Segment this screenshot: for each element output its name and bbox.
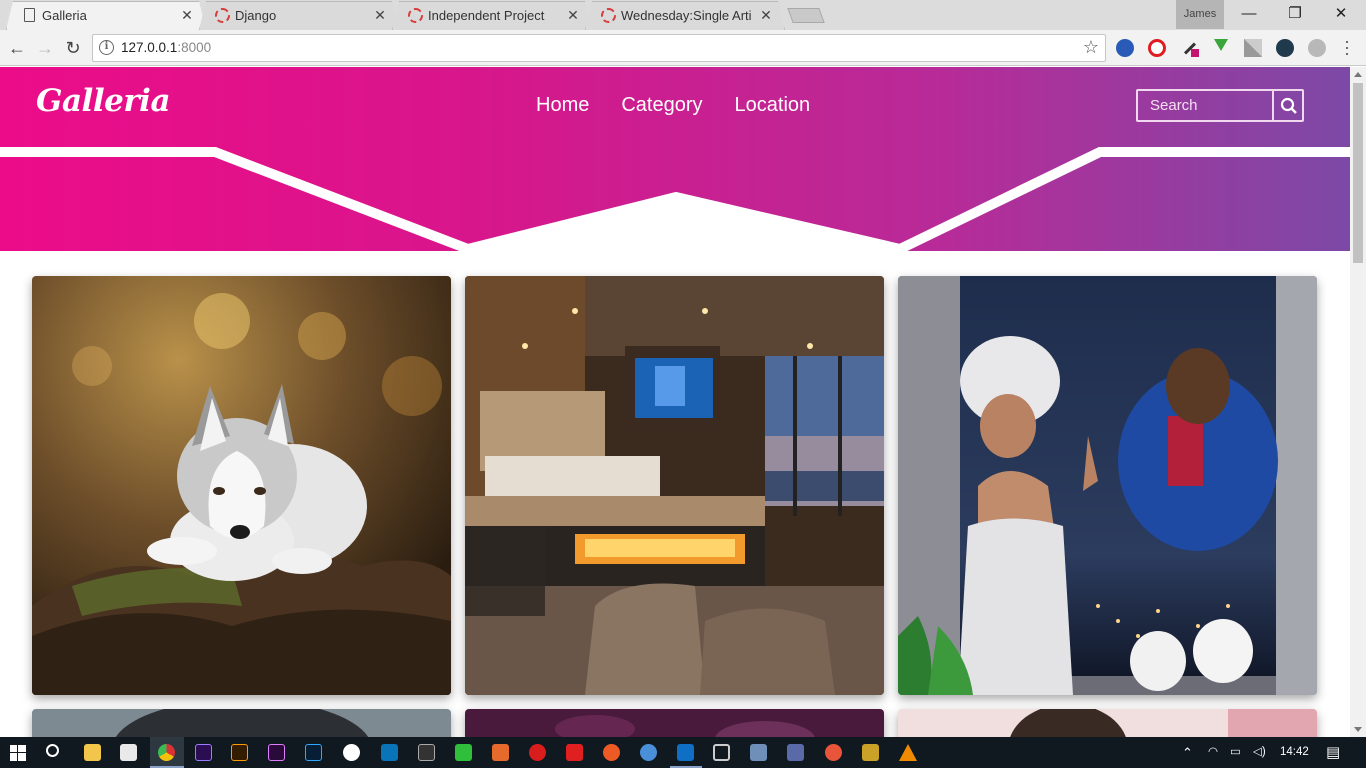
app-icon[interactable] [750,744,767,761]
wifi-icon[interactable]: ◠ [1208,737,1218,768]
clock[interactable]: 14:42 [1280,737,1309,768]
tab-title: Independent Project [428,8,545,23]
back-icon[interactable]: ← [6,37,28,59]
page-scrollbar[interactable] [1350,67,1366,737]
volume-icon[interactable]: ◁) [1253,737,1266,768]
portrait-image [32,709,451,737]
tab-strip: Galleria ✕ Django ✕ Independent Project … [0,0,1366,30]
gallery-card-illustration[interactable] [898,276,1317,695]
new-tab-button[interactable] [787,8,825,23]
illustrator-icon[interactable] [231,744,248,761]
profile-button[interactable]: James [1176,0,1224,29]
app-icon[interactable] [825,744,842,761]
reload-icon[interactable]: ↻ [62,37,84,59]
restore-icon[interactable]: ❐ [1272,0,1318,29]
battery-icon[interactable]: ▭ [1230,737,1241,768]
bookmark-star-icon[interactable]: ☆ [1083,37,1099,58]
search-form [1136,89,1304,122]
minimize-icon[interactable]: — [1226,0,1272,29]
close-tab-icon[interactable]: ✕ [180,8,194,22]
scroll-up-icon[interactable] [1354,72,1362,77]
app-icon[interactable] [713,744,730,761]
scrollbar-thumb[interactable] [1353,83,1363,263]
windows-start-icon[interactable] [10,745,26,761]
extension-icon[interactable] [1276,39,1294,57]
address-bar[interactable]: i 127.0.0.1:8000 ☆ [92,34,1106,62]
close-tab-icon[interactable]: ✕ [373,8,387,22]
file-explorer-icon[interactable] [84,744,101,761]
gallery-card-bedroom[interactable] [465,276,884,695]
color-picker-icon[interactable] [1181,39,1199,57]
scroll-down-icon[interactable] [1354,727,1362,732]
site-header: Galleria Home Category Location [0,67,1350,251]
loading-icon [601,8,616,23]
extension-icon[interactable] [1116,39,1134,57]
app-icon[interactable] [640,744,657,761]
close-tab-icon[interactable]: ✕ [566,8,580,22]
tab-galleria[interactable]: Galleria ✕ [6,1,206,30]
document-icon [24,8,35,22]
app-icon[interactable] [603,744,620,761]
vscode-icon[interactable] [677,744,694,761]
after-effects-icon[interactable] [195,744,212,761]
search-icon[interactable] [46,744,59,757]
nav-location[interactable]: Location [735,94,811,117]
illustration-image [898,276,1317,695]
tray-expand-icon[interactable]: ⌃ [1182,737,1193,768]
extension-icon[interactable] [1308,39,1326,57]
premiere-icon[interactable] [268,744,285,761]
tab-django[interactable]: Django ✕ [199,1,399,30]
tab-title: Galleria [42,8,87,23]
pdf-icon[interactable] [566,744,583,761]
search-input[interactable] [1138,91,1272,120]
app-icon[interactable] [787,744,804,761]
tab-independent-project[interactable]: Independent Project ✕ [392,1,592,30]
download-icon[interactable] [1212,39,1230,57]
loading-icon [215,8,230,23]
browser-toolbar: ← → ↻ i 127.0.0.1:8000 ☆ · · · [0,30,1366,66]
browser-menu-icon[interactable]: · · · [1342,32,1352,62]
app-icon[interactable] [381,744,398,761]
address-url: 127.0.0.1:8000 [121,40,212,55]
page-viewport: Galleria Home Category Location [0,67,1350,737]
taskbar: ⌃ ◠ ▭ ◁) 14:42 ▤ [0,737,1366,768]
search-button[interactable] [1272,91,1302,120]
brand-logo[interactable]: Galleria [36,83,171,119]
app-icon[interactable] [343,744,360,761]
close-window-icon[interactable]: ✕ [1318,0,1364,29]
loading-icon [408,8,423,23]
husky-image [32,276,451,695]
portrait-image [898,709,1317,737]
chrome-icon[interactable] [158,744,175,761]
gallery-card[interactable] [32,709,451,737]
tab-title: Django [235,8,277,23]
main-nav: Home Category Location [536,94,810,117]
store-icon[interactable] [120,744,137,761]
extension-icon[interactable] [1244,39,1262,57]
opera-icon[interactable] [1148,39,1166,57]
pattern-image [465,709,884,737]
sublime-icon[interactable] [492,744,509,761]
app-icon[interactable] [862,744,879,761]
search-icon [1280,97,1297,114]
nav-category[interactable]: Category [621,94,702,117]
gallery-card[interactable] [898,709,1317,737]
app-icon[interactable] [529,744,546,761]
vlc-icon[interactable] [899,744,917,761]
nav-home[interactable]: Home [536,94,589,117]
gallery-card-husky[interactable] [32,276,451,695]
notifications-icon[interactable]: ▤ [1326,737,1340,768]
tab-wednesday-article[interactable]: Wednesday:Single Article ✕ [585,1,785,30]
site-info-icon[interactable]: i [99,40,114,55]
tab-title: Wednesday:Single Article [621,8,751,23]
forward-icon[interactable]: → [34,37,56,59]
photoshop-icon[interactable] [305,744,322,761]
bedroom-image [465,276,884,695]
app-icon[interactable] [455,744,472,761]
gallery-card[interactable] [465,709,884,737]
terminal-icon[interactable] [418,744,435,761]
close-tab-icon[interactable]: ✕ [759,8,773,22]
